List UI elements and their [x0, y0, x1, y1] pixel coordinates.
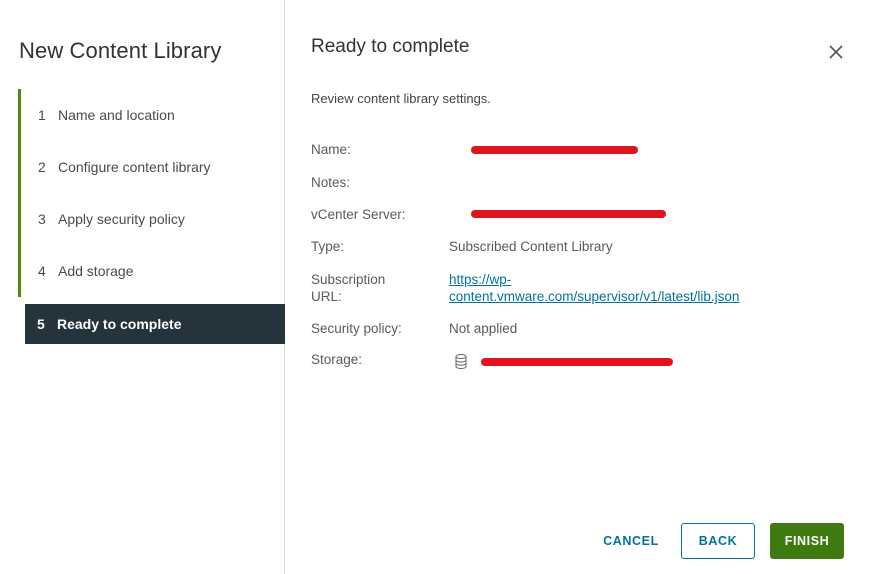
datastore-icon	[455, 354, 467, 370]
subscription-url-label: Subscription URL:	[311, 271, 441, 305]
name-label: Name:	[311, 142, 351, 157]
wizard-sidebar: New Content Library 1 Name and location …	[0, 0, 285, 574]
step-number: 3	[38, 211, 46, 227]
subscription-url-label-line2: URL:	[311, 289, 342, 304]
finish-button[interactable]: FINISH	[770, 523, 844, 559]
wizard-title: New Content Library	[19, 38, 222, 63]
cancel-button[interactable]: CANCEL	[591, 523, 671, 559]
step-name-and-location[interactable]: 1 Name and location	[18, 89, 285, 141]
step-ready-to-complete[interactable]: 5 Ready to complete	[25, 304, 285, 344]
subscription-url-link[interactable]: https://wp- content.vmware.com/superviso…	[449, 271, 739, 305]
page-title: Ready to complete	[311, 36, 470, 57]
back-button[interactable]: BACK	[681, 523, 755, 559]
step-apply-security-policy[interactable]: 3 Apply security policy	[18, 193, 285, 245]
security-policy-value: Not applied	[449, 321, 518, 336]
step-number: 2	[38, 159, 46, 175]
wizard-content: Ready to complete Review content library…	[286, 0, 881, 574]
type-label: Type:	[311, 239, 345, 254]
new-content-library-dialog: New Content Library 1 Name and location …	[0, 0, 881, 574]
wizard-steps: 1 Name and location 2 Configure content …	[18, 89, 285, 344]
storage-label: Storage:	[311, 352, 363, 367]
step-label: Apply security policy	[58, 211, 185, 227]
step-label: Ready to complete	[57, 316, 182, 332]
step-number: 5	[37, 316, 45, 332]
subscription-url-line1: https://wp-	[449, 272, 512, 287]
name-value-redacted	[471, 146, 638, 154]
step-label: Configure content library	[58, 159, 211, 175]
notes-label: Notes:	[311, 175, 351, 190]
storage-value-redacted	[481, 358, 673, 366]
step-label: Add storage	[58, 263, 134, 279]
step-number: 1	[38, 107, 46, 123]
step-number: 4	[38, 263, 46, 279]
page-subtitle: Review content library settings.	[311, 91, 491, 106]
subscription-url-line2: content.vmware.com/supervisor/v1/latest/…	[449, 289, 740, 304]
close-icon[interactable]	[827, 43, 845, 61]
vcenter-server-label: vCenter Server:	[311, 207, 406, 222]
security-policy-label: Security policy:	[311, 321, 402, 336]
step-configure-content-library[interactable]: 2 Configure content library	[18, 141, 285, 193]
type-value: Subscribed Content Library	[449, 239, 613, 254]
vcenter-server-value-redacted	[471, 210, 666, 218]
step-label: Name and location	[58, 107, 175, 123]
step-add-storage[interactable]: 4 Add storage	[18, 245, 285, 297]
subscription-url-label-line1: Subscription	[311, 272, 386, 287]
